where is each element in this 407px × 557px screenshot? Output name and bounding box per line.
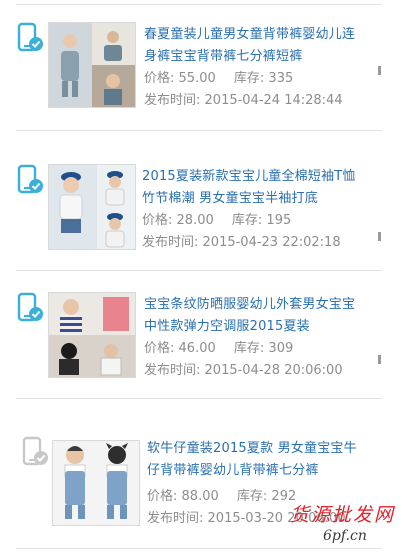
date-label: 发布时间: [147,511,204,526]
stock-label: 库存: [231,213,263,228]
price-stock-row: 价格: 46.00 库存: 309 [144,338,293,360]
stock-label: 库存: [233,341,265,356]
price-label: 价格: [144,71,175,86]
price-stock-row: 价格: 55.00 库存: 335 [144,68,293,90]
product-title[interactable]: 春夏童装儿童男女童背带裤婴幼儿连身裤宝宝背带裤七分裤短裤 [144,24,362,68]
mobile-check-icon[interactable] [17,292,47,326]
product-thumbnail[interactable] [52,440,140,526]
mobile-check-icon[interactable] [17,164,47,198]
product-thumbnail[interactable] [48,164,136,250]
price-value: 28.00 [176,213,214,228]
divider [16,130,382,131]
scroll-indicator [378,355,381,364]
divider [16,270,382,271]
date-label: 发布时间: [142,235,199,250]
stock-value: 335 [268,71,294,86]
mobile-check-icon-disabled[interactable] [22,436,52,470]
stock-label: 库存: [236,489,268,504]
divider [16,4,382,5]
stock-value: 309 [268,341,294,356]
scroll-indicator [378,66,381,75]
mobile-check-icon[interactable] [17,22,47,56]
divider [16,548,382,549]
watermark-brand: 货源批发网 [290,504,396,526]
price-label: 价格: [144,341,175,356]
date-value: 2015-04-28 20:06:00 [204,363,343,378]
price-label: 价格: [142,213,173,228]
stock-label: 库存: [233,71,265,86]
product-title[interactable]: 软牛仔童装2015夏款 男女童宝宝牛仔背带裤婴幼儿背带裤七分裤 [147,438,365,482]
product-thumbnail[interactable] [48,292,136,378]
stock-value: 195 [266,213,292,228]
watermark-site: 6pf.cn [323,528,367,544]
price-stock-row: 价格: 28.00 库存: 195 [142,210,291,232]
divider [16,398,382,399]
scroll-indicator [378,232,381,241]
price-stock-row: 价格: 88.00 库存: 292 [147,486,296,508]
product-thumbnail[interactable] [48,22,136,108]
product-title[interactable]: 2015夏装新款宝宝儿童全棉短袖T恤竹节棉潮 男女童宝宝半袖打底 [142,166,360,210]
date-value: 2015-04-24 14:28:44 [204,93,343,108]
price-value: 46.00 [178,341,216,356]
publish-time-row: 发布时间: 2015-04-28 20:06:00 [144,360,343,382]
publish-time-row: 发布时间: 2015-04-24 14:28:44 [144,90,343,112]
price-value: 55.00 [178,71,216,86]
price-label: 价格: [147,489,178,504]
date-label: 发布时间: [144,363,201,378]
product-title[interactable]: 宝宝条纹防晒服婴幼儿外套男女宝宝中性款弹力空调服2015夏装 [144,294,362,338]
price-value: 88.00 [181,489,219,504]
date-value: 2015-04-23 22:02:18 [202,235,341,250]
date-label: 发布时间: [144,93,201,108]
publish-time-row: 发布时间: 2015-04-23 22:02:18 [142,232,341,254]
